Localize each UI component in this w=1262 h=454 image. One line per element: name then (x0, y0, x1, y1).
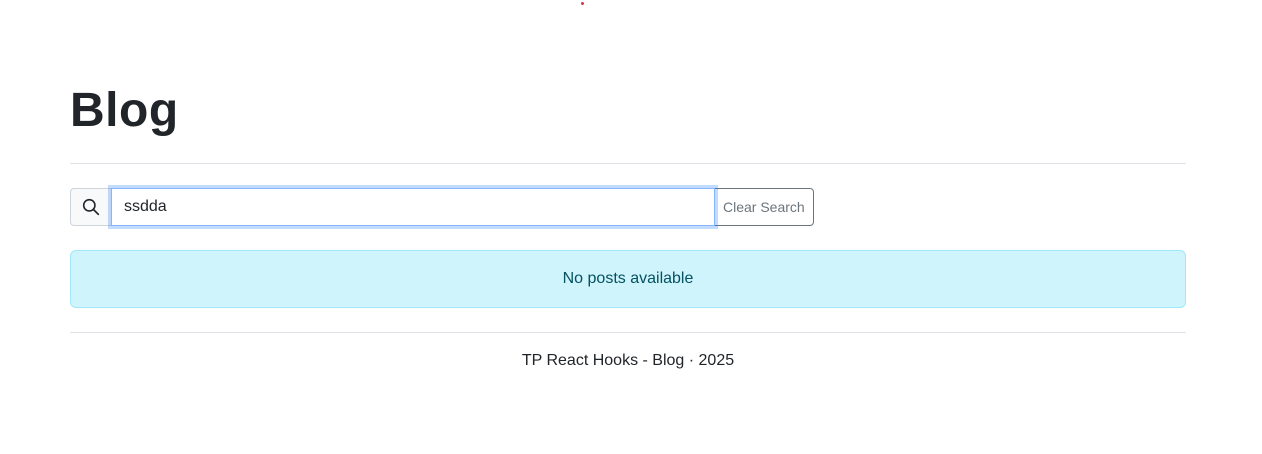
divider-top (70, 163, 1186, 164)
clear-search-button[interactable]: Clear Search (714, 188, 814, 226)
search-icon (70, 188, 111, 226)
no-posts-alert: No posts available (70, 250, 1186, 308)
divider-bottom (70, 332, 1186, 333)
search-bar: Clear Search (70, 188, 814, 226)
page-title: Blog (70, 84, 179, 137)
search-input[interactable] (111, 188, 715, 226)
alert-message: No posts available (562, 270, 694, 287)
cursor-dot (581, 2, 584, 5)
footer-text: TP React Hooks - Blog · 2025 (521, 352, 735, 369)
